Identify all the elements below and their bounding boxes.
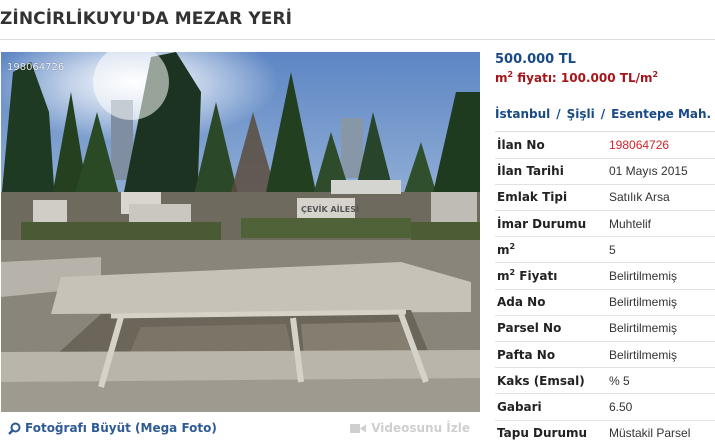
detail-label: Ada No <box>495 289 609 315</box>
listing-price: 500.000 TL <box>495 52 576 67</box>
enlarge-photo-link[interactable]: Fotoğrafı Büyüt (Mega Foto) <box>8 421 217 435</box>
detail-value: 01 Mayıs 2015 <box>609 164 688 179</box>
detail-label: Gabari <box>495 394 609 420</box>
location-city-link[interactable]: İstanbul <box>495 107 550 121</box>
location-neighborhood-link[interactable]: Esentepe Mah. <box>611 107 711 121</box>
detail-label-text: m <box>497 269 510 284</box>
detail-value: % 5 <box>609 373 630 388</box>
detail-row: Kaks (Emsal) % 5 <box>495 368 715 394</box>
detail-value: Müstakil Parsel <box>609 426 691 441</box>
location-separator: / <box>556 107 561 121</box>
detail-label-text: m <box>497 242 510 257</box>
detail-label-text: Emlak Tipi <box>497 190 568 205</box>
m2-price-label: fiyatı: <box>513 71 561 85</box>
detail-label: İlan Tarihi <box>495 158 609 184</box>
detail-label: Kaks (Emsal) <box>495 368 609 394</box>
detail-label-text: İmar Durumu <box>497 216 587 231</box>
detail-label: Tapu Durumu <box>495 420 609 446</box>
detail-value: Belirtilmemiş <box>609 347 678 362</box>
detail-value: 6.50 <box>609 399 633 414</box>
listing-info-panel: 500.000 TL m2 fiyatı: 100.000 TL/m2 İsta… <box>495 52 715 446</box>
detail-label-text: Ada No <box>497 295 546 310</box>
detail-label-text: Parsel No <box>497 321 562 336</box>
location-breadcrumb: İstanbul / Şişli / Esentepe Mah. <box>495 107 715 121</box>
detail-row: Parsel No Belirtilmemiş <box>495 315 715 342</box>
detail-row: Ada No Belirtilmemiş <box>495 289 715 316</box>
detail-label-text: İlan Tarihi <box>497 164 564 179</box>
magnifier-icon <box>8 422 21 435</box>
listing-photo[interactable]: ÇEVİK AİLESİ 198064726 <box>1 52 480 412</box>
detail-label-sup: 2 <box>509 241 516 251</box>
video-camera-icon <box>350 423 367 433</box>
detail-row: Emlak Tipi Satılık Arsa <box>495 184 715 211</box>
detail-label: m2 <box>495 237 609 263</box>
detail-label-text: Gabari <box>497 399 542 414</box>
m2-price-prefix: m <box>495 71 508 85</box>
detail-row: Tapu Durumu Müstakil Parsel <box>495 420 715 446</box>
detail-value: Satılık Arsa <box>609 190 670 205</box>
location-separator: / <box>600 107 606 121</box>
m2-price-value: 100.000 TL/m <box>560 71 653 85</box>
enlarge-photo-label: Fotoğrafı Büyüt (Mega Foto) <box>25 421 217 435</box>
detail-row: İlan Tarihi 01 Mayıs 2015 <box>495 158 715 185</box>
detail-label: İmar Durumu <box>495 211 609 237</box>
detail-label: Pafta No <box>495 342 609 368</box>
detail-row: İlan No 198064726 <box>495 132 715 159</box>
watch-video-label: Videosunu İzle <box>371 421 470 435</box>
detail-label: Emlak Tipi <box>495 184 609 210</box>
listing-title: ZİNCİRLİKUYU'DA MEZAR YERİ <box>0 9 293 29</box>
m2-price: m2 fiyatı: 100.000 TL/m2 <box>495 70 715 86</box>
detail-label-suffix: Fiyatı <box>515 269 558 284</box>
detail-row: Pafta No Belirtilmemiş <box>495 342 715 368</box>
detail-value: Belirtilmemiş <box>609 269 678 284</box>
details-table: İlan No 198064726 İlan Tarihi 01 Mayıs 2015… <box>495 132 715 446</box>
detail-value: Muhtelif <box>609 216 652 231</box>
detail-label: Parsel No <box>495 315 609 341</box>
location-district-link[interactable]: Şişli <box>567 107 595 121</box>
detail-label: İlan No <box>495 132 609 158</box>
photo-id-watermark: 198064726 <box>7 62 65 73</box>
detail-row: Gabari 6.50 <box>495 394 715 421</box>
detail-row: İmar Durumu Muhtelif <box>495 211 715 237</box>
detail-value: 5 <box>609 242 616 257</box>
photo-actions-bar: Fotoğrafı Büyüt (Mega Foto) Videosunu İz… <box>0 418 480 440</box>
detail-value: Belirtilmemiş <box>609 321 678 336</box>
m2-price-value-sup: 2 <box>652 70 659 79</box>
detail-label-text: İlan No <box>497 137 545 152</box>
gravestone-sign-text: ÇEVİK AİLESİ <box>301 204 359 214</box>
cemetery-photo-illustration: ÇEVİK AİLESİ <box>1 52 480 412</box>
detail-label: m2 Fiyatı <box>495 263 609 289</box>
detail-row: m2 Fiyatı Belirtilmemiş <box>495 263 715 290</box>
watch-video-link[interactable]: Videosunu İzle <box>350 421 470 435</box>
detail-label-text: Pafta No <box>497 347 556 362</box>
detail-label-text: Tapu Durumu <box>497 426 588 441</box>
detail-row: m2 5 <box>495 237 715 263</box>
title-divider <box>0 39 715 40</box>
detail-value: 198064726 <box>609 137 670 152</box>
detail-label-text: Kaks (Emsal) <box>497 373 585 388</box>
detail-value: Belirtilmemiş <box>609 295 678 310</box>
